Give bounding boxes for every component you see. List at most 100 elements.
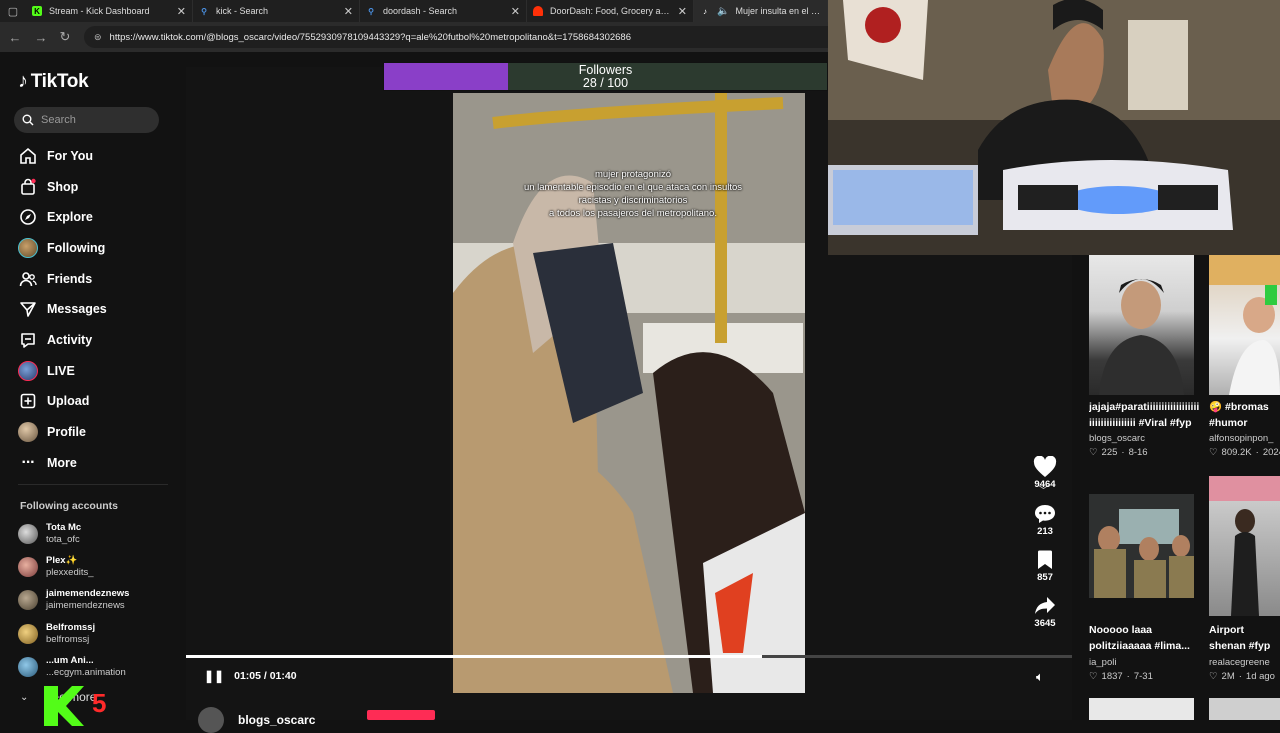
reload-icon[interactable]: ↻ <box>54 29 76 45</box>
caption-line: racistas y discriminatorios <box>578 195 688 206</box>
webcam-overlay <box>828 0 1280 255</box>
speaker-icon[interactable]: 🔈 <box>717 6 729 17</box>
tab-label: DoorDash: Food, Grocery and Re <box>550 6 672 16</box>
save-button[interactable]: 857 <box>1030 549 1060 583</box>
volume-icon[interactable]: 🔈︎ <box>1036 669 1044 685</box>
separator: · <box>1126 671 1130 682</box>
following-account[interactable]: ...um Ani... ...ecgym.animation <box>18 655 126 679</box>
account-name: Plex✨ <box>46 555 78 566</box>
nav-label: Following <box>47 241 106 255</box>
close-icon[interactable]: ✕ <box>511 5 520 18</box>
caption-line: a todos los pasajeros del metropolitano. <box>549 208 717 219</box>
tab-tiktok-video[interactable]: ♪ 🔈 Mujer insulta en el Metro <box>694 0 828 22</box>
comment-count: 213 <box>1037 526 1053 537</box>
video-progress-fill <box>186 655 762 658</box>
account-name: Tota Mc <box>46 522 82 533</box>
video-author[interactable]: blogs_oscarc <box>1089 433 1145 444</box>
close-icon[interactable]: ✕ <box>177 5 186 18</box>
video-thumbnail[interactable] <box>1209 698 1280 720</box>
account-handle: tota_ofc <box>46 534 80 545</box>
window-menu-icon[interactable]: ▢ <box>0 0 26 22</box>
following-account[interactable]: Plex✨ plexxedits_ <box>18 555 94 579</box>
pause-icon[interactable]: ❚❚ <box>204 669 224 683</box>
nav-activity[interactable]: Activity <box>18 328 92 352</box>
nav-shop[interactable]: Shop <box>18 175 78 199</box>
nav-upload[interactable]: Upload <box>18 389 89 413</box>
video-author[interactable]: blogs_oscarc <box>198 707 315 733</box>
nav-for-you[interactable]: For You <box>18 144 93 168</box>
comment-icon <box>1030 503 1060 525</box>
search-box[interactable] <box>14 107 159 133</box>
video-thumbnail[interactable] <box>1089 255 1194 395</box>
like-button[interactable]: 9464 <box>1030 456 1060 490</box>
account-handle: jaimemendeznews <box>46 600 125 611</box>
separator: · <box>1121 447 1125 458</box>
nav-label: Shop <box>47 180 79 194</box>
tiktok-logo-icon: ♪ <box>18 70 28 92</box>
logo-text: TikTok <box>30 70 89 92</box>
video-thumbnail[interactable] <box>1209 476 1280 616</box>
tab-label: Mujer insulta en el Metro <box>735 6 821 16</box>
nav-more[interactable]: ··· More <box>18 451 77 475</box>
video-frame[interactable]: mujer protagonizó un lamentable episodio… <box>453 93 805 693</box>
video-time: 01:05 / 01:40 <box>234 670 297 682</box>
nav-label: For You <box>47 149 94 163</box>
video-author[interactable]: realacegreene <box>1209 657 1270 668</box>
video-thumbnail[interactable] <box>1209 255 1280 395</box>
site-info-icon[interactable]: ⊜ <box>94 32 102 43</box>
video-stats: ♡ 809.2K · 2024-... <box>1209 447 1280 458</box>
nav-explore[interactable]: Explore <box>18 205 93 229</box>
like-count: 9464 <box>1034 479 1056 490</box>
heart-outline-icon: ♡ <box>1089 447 1098 458</box>
following-account[interactable]: Belfromssj belfromssj <box>18 622 95 646</box>
share-icon <box>1030 595 1060 617</box>
tab-kick-search[interactable]: ⚲ kick - Search ✕ <box>193 0 360 22</box>
video-stats: ♡ 225 · 8-16 <box>1089 447 1148 458</box>
heart-outline-icon: ♡ <box>1209 447 1218 458</box>
nav-friends[interactable]: Friends <box>18 267 92 291</box>
video-thumbnail[interactable] <box>1089 494 1194 598</box>
close-icon[interactable]: ✕ <box>678 5 687 18</box>
followers-count: 28 / 100 <box>582 76 629 90</box>
tab-doordash-search[interactable]: ⚲ doordash - Search ✕ <box>360 0 527 22</box>
video-title[interactable]: Nooooo laaa politziiaaaaa #lima... <box>1089 622 1199 654</box>
video-author[interactable]: ia_poli <box>1089 657 1116 668</box>
video-title[interactable]: Airport shenan #fyp🇯🇵 <box>1209 622 1280 654</box>
friends-icon <box>18 269 38 289</box>
comment-button[interactable]: 213 <box>1030 503 1060 537</box>
search-icon: ⚲ <box>368 6 374 16</box>
nav-live[interactable]: LIVE <box>18 359 75 383</box>
profile-avatar <box>18 422 38 442</box>
search-icon: ⚲ <box>201 6 207 16</box>
back-arrow-icon[interactable]: ← <box>4 30 26 45</box>
tab-doordash[interactable]: DoorDash: Food, Grocery and Re ✕ <box>527 0 694 22</box>
video-progress-bar[interactable] <box>186 655 1072 658</box>
divider <box>18 484 168 485</box>
nav-following[interactable]: Following <box>18 236 105 260</box>
url-field[interactable]: ⊜ https://www.tiktok.com/@blogs_oscarc/v… <box>84 26 854 48</box>
post-date: 2024-... <box>1262 447 1280 458</box>
following-account[interactable]: Tota Mc tota_ofc <box>18 522 81 546</box>
activity-icon <box>18 330 38 350</box>
tab-kick-dashboard[interactable]: K Stream - Kick Dashboard ✕ <box>26 0 193 22</box>
separator: · <box>1238 671 1242 682</box>
tiktok-logo[interactable]: ♪ TikTok <box>18 70 89 93</box>
nav-label: Activity <box>47 333 93 347</box>
video-title[interactable]: jajaja#paratiiiiiiiiiiiiiiiiii iiiiiiiii… <box>1089 399 1199 431</box>
video-thumbnail[interactable] <box>1089 698 1194 720</box>
close-icon[interactable]: ✕ <box>344 5 353 18</box>
tiktok-icon: ♪ <box>703 6 707 16</box>
nav-profile[interactable]: Profile <box>18 420 86 444</box>
search-input[interactable] <box>41 114 141 126</box>
follow-button[interactable] <box>367 710 435 720</box>
video-title[interactable]: 🤪 #bromas #humor #hombres <box>1209 399 1280 431</box>
tab-label: kick - Search <box>216 6 269 16</box>
share-button[interactable]: 3645 <box>1030 595 1060 629</box>
video-author[interactable]: alfonsopinpon_ <box>1209 433 1273 444</box>
nav-messages[interactable]: Messages <box>18 297 107 321</box>
kick-icon: K <box>32 6 42 16</box>
chevron-down-icon: ⌄ <box>20 691 29 703</box>
kick-overlay-badge: 5 <box>44 686 130 726</box>
forward-arrow-icon[interactable]: → <box>30 30 52 45</box>
following-account[interactable]: jaimemendeznews jaimemendeznews <box>18 588 129 612</box>
